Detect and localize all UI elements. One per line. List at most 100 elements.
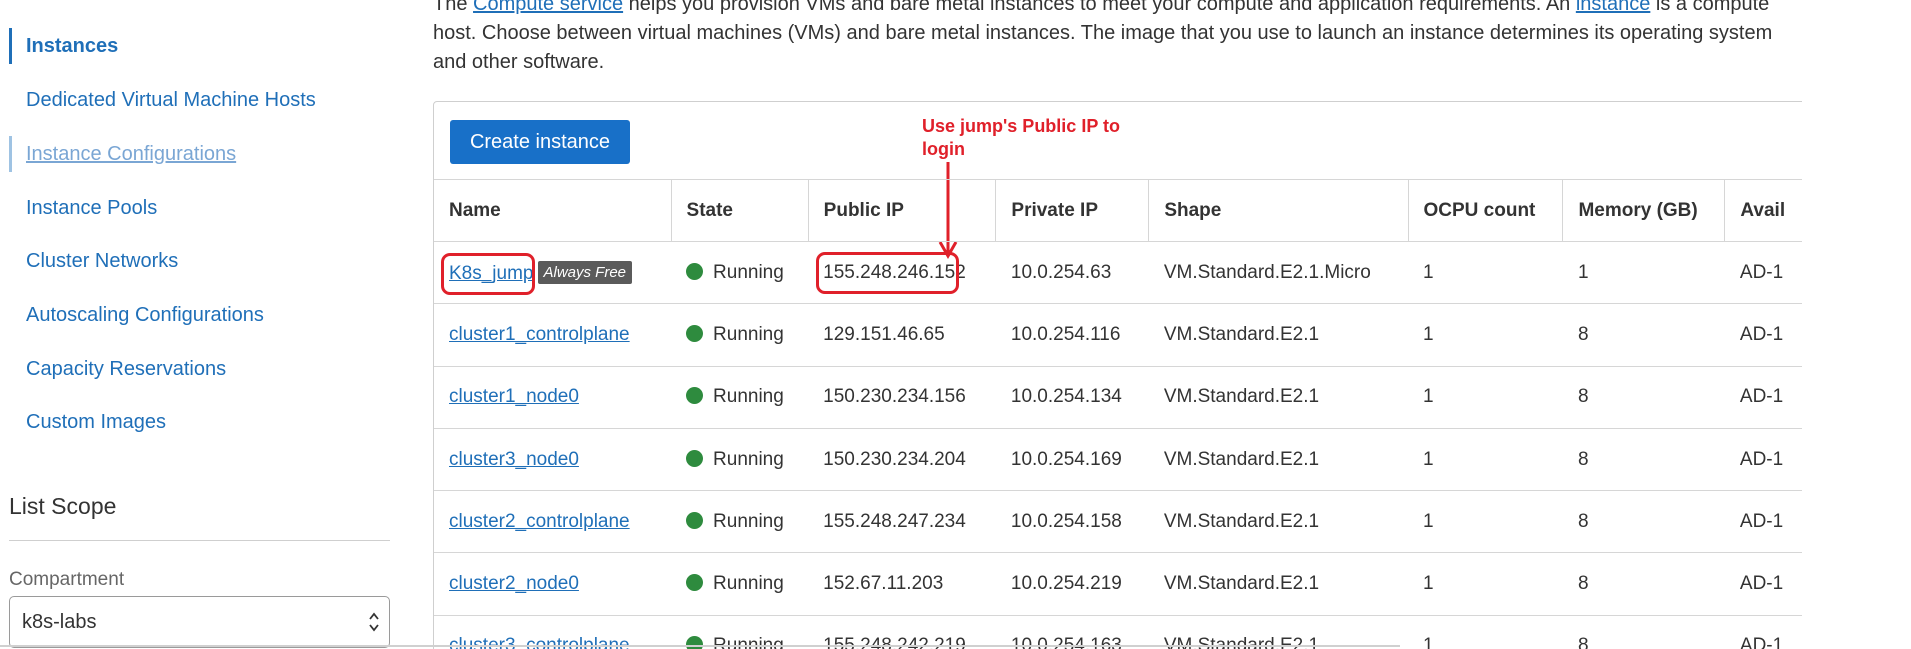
memory-gb: 8 (1562, 552, 1725, 616)
private-ip: 10.0.254.158 (995, 490, 1149, 554)
ocpu-count: 1 (1408, 490, 1563, 554)
memory-gb: 1 (1562, 240, 1725, 305)
private-ip: 10.0.254.219 (995, 552, 1149, 616)
column-header-shape[interactable]: Shape (1148, 179, 1409, 242)
running-status-icon (686, 324, 704, 342)
instance-link[interactable]: instance (1576, 0, 1651, 15)
compartment-select[interactable]: k8s-labs (9, 596, 390, 648)
ocpu-count: 1 (1408, 303, 1563, 367)
instance-name-link[interactable]: cluster1_node0 (449, 386, 579, 407)
instance-state: Running (713, 386, 784, 408)
ocpu-count: 1 (1408, 427, 1563, 492)
table-row: cluster2_controlplane Running 155.248.24… (434, 490, 1802, 554)
table-row: K8s_jump Always Free Running 155.248.246.… (434, 240, 1802, 305)
intro-text: helps you provision VMs and bare metal i… (623, 0, 1576, 15)
compartment-value: k8s-labs (22, 610, 97, 633)
sidebar-item-dedicated-vm-hosts[interactable]: Dedicated Virtual Machine Hosts (9, 82, 389, 118)
shape: VM.Standard.E2.1 (1148, 303, 1408, 367)
instance-name-link[interactable]: cluster1_controlplane (449, 324, 630, 345)
public-ip: 150.230.234.156 (808, 365, 996, 429)
availability-domain: AD-1 (1724, 427, 1802, 492)
select-updown-icon (367, 607, 381, 637)
compartment-label: Compartment (9, 569, 125, 590)
column-header-availability[interactable]: Avail (1724, 179, 1802, 242)
availability-domain: AD-1 (1724, 365, 1802, 429)
instances-panel: Create instance Use jump's Public IP to … (433, 101, 1802, 649)
table-row: cluster3_node0 Running 150.230.234.204 1… (434, 427, 1802, 492)
memory-gb: 8 (1562, 365, 1725, 429)
shape: VM.Standard.E2.1 (1148, 427, 1408, 492)
table-row: cluster1_node0 Running 150.230.234.156 1… (434, 365, 1802, 429)
sidebar-item-custom-images[interactable]: Custom Images (9, 404, 389, 440)
instance-state: Running (713, 510, 784, 532)
availability-domain: AD-1 (1724, 240, 1802, 305)
ocpu-count: 1 (1408, 614, 1563, 649)
column-header-public-ip[interactable]: Public IP (808, 179, 997, 242)
column-header-state[interactable]: State (671, 179, 809, 242)
sidebar-item-capacity-reservations[interactable]: Capacity Reservations (9, 351, 389, 387)
sidebar-item-instances[interactable]: Instances (9, 28, 389, 64)
running-status-icon (686, 262, 704, 280)
instance-state: Running (713, 323, 784, 345)
instance-state: Running (713, 261, 784, 283)
compute-service-link[interactable]: Compute service (473, 0, 623, 15)
instance-name-link[interactable]: cluster2_controlplane (449, 511, 630, 532)
availability-domain: AD-1 (1724, 303, 1802, 367)
column-header-name[interactable]: Name (434, 179, 672, 242)
main-content: The Compute service helps you provision … (432, 0, 1802, 649)
intro-paragraph: The Compute service helps you provision … (433, 0, 1793, 77)
public-ip: 129.151.46.65 (808, 303, 996, 367)
instance-state: Running (713, 448, 784, 470)
instance-name-link[interactable]: cluster2_node0 (449, 573, 579, 594)
shape: VM.Standard.E2.1 (1148, 614, 1408, 649)
running-status-icon (686, 387, 704, 405)
sidebar-item-autoscaling-configurations[interactable]: Autoscaling Configurations (9, 297, 389, 333)
running-status-icon (686, 511, 704, 529)
availability-domain: AD-1 (1724, 552, 1802, 616)
sidebar-item-cluster-networks[interactable]: Cluster Networks (9, 243, 389, 279)
column-header-private-ip[interactable]: Private IP (995, 179, 1150, 242)
shape: VM.Standard.E2.1 (1148, 490, 1408, 554)
public-ip: 155.248.242.219 (808, 614, 996, 649)
shape: VM.Standard.E2.1.Micro (1148, 240, 1408, 305)
running-status-icon (686, 449, 704, 467)
page-margin (1810, 0, 1911, 649)
shape: VM.Standard.E2.1 (1148, 365, 1408, 429)
divider (9, 540, 390, 541)
memory-gb: 8 (1562, 303, 1725, 367)
column-header-memory[interactable]: Memory (GB) (1562, 179, 1726, 242)
annotation-note: Use jump's Public IP to login (922, 116, 1120, 159)
instances-table: Name State Public IP Private IP Shape OC… (434, 179, 1802, 649)
column-header-ocpu[interactable]: OCPU count (1408, 179, 1564, 242)
sidebar: Instances Dedicated Virtual Machine Host… (0, 0, 400, 649)
sidebar-item-instance-configurations[interactable]: Instance Configurations (9, 136, 389, 172)
table-header-row: Name State Public IP Private IP Shape OC… (434, 179, 1802, 242)
table-row: cluster2_node0 Running 152.67.11.203 10.… (434, 552, 1802, 616)
private-ip: 10.0.254.63 (995, 240, 1149, 305)
create-instance-button[interactable]: Create instance (450, 120, 630, 164)
sidebar-item-instance-pools[interactable]: Instance Pools (9, 190, 389, 226)
public-ip: 152.67.11.203 (808, 552, 996, 616)
intro-text: The (433, 0, 474, 15)
availability-domain: AD-1 (1724, 614, 1802, 649)
private-ip: 10.0.254.116 (995, 303, 1149, 367)
availability-domain: AD-1 (1724, 490, 1802, 554)
memory-gb: 8 (1562, 427, 1725, 492)
private-ip: 10.0.254.134 (995, 365, 1149, 429)
table-row: cluster3_controlplane Running 155.248.24… (434, 614, 1802, 649)
memory-gb: 8 (1562, 490, 1725, 554)
instance-name-link[interactable]: K8s_jump (449, 263, 534, 284)
memory-gb: 8 (1562, 614, 1725, 649)
instance-name-link[interactable]: cluster3_node0 (449, 449, 579, 470)
list-scope-heading: List Scope (9, 493, 117, 519)
table-row: cluster1_controlplane Running 129.151.46… (434, 303, 1802, 367)
ocpu-count: 1 (1408, 365, 1563, 429)
public-ip: 150.230.234.204 (808, 427, 996, 492)
private-ip: 10.0.254.163 (995, 614, 1149, 649)
ocpu-count: 1 (1408, 552, 1563, 616)
horizontal-scrollbar[interactable] (0, 645, 1400, 647)
public-ip: 155.248.246.152 (823, 261, 966, 283)
shape: VM.Standard.E2.1 (1148, 552, 1408, 616)
always-free-badge: Always Free (537, 260, 633, 284)
instance-state: Running (713, 573, 784, 595)
